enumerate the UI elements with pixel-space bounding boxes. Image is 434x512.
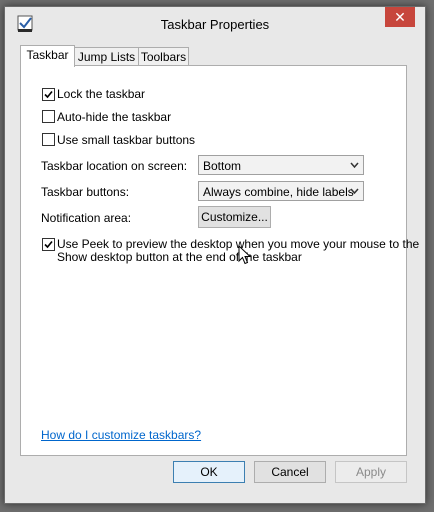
taskbar-properties-dialog: Taskbar Properties ✕ Taskbar Jump Lists … bbox=[4, 6, 426, 504]
title-bar: Taskbar Properties ✕ bbox=[5, 7, 425, 39]
chevron-down-icon bbox=[350, 188, 359, 195]
tab-panel-taskbar: Lock the taskbar Auto-hide the taskbar U… bbox=[20, 65, 419, 456]
taskbar-buttons-select[interactable]: Always combine, hide labels bbox=[198, 181, 364, 201]
ok-button[interactable]: OK bbox=[173, 461, 245, 483]
tab-jump-lists[interactable]: Jump Lists bbox=[74, 47, 139, 66]
taskbar-buttons-label: Taskbar buttons: bbox=[41, 185, 130, 199]
checkmark-icon bbox=[44, 90, 53, 99]
help-link[interactable]: How do I customize taskbars? bbox=[41, 428, 201, 442]
small-buttons-checkbox[interactable] bbox=[42, 133, 55, 146]
chevron-down-icon bbox=[350, 162, 359, 169]
lock-taskbar-label: Lock the taskbar bbox=[57, 87, 146, 101]
mouse-cursor-icon bbox=[238, 245, 252, 265]
window-title: Taskbar Properties bbox=[160, 17, 270, 32]
small-buttons-label: Use small taskbar buttons bbox=[57, 133, 196, 147]
close-button[interactable]: ✕ bbox=[385, 7, 415, 27]
apply-button[interactable]: Apply bbox=[335, 461, 407, 483]
cancel-button[interactable]: Cancel bbox=[254, 461, 326, 483]
auto-hide-label: Auto-hide the taskbar bbox=[57, 110, 172, 124]
checkmark-icon bbox=[44, 240, 53, 249]
customize-button[interactable]: Customize... bbox=[198, 206, 271, 228]
taskbar-buttons-select-value: Always combine, hide labels bbox=[203, 185, 354, 199]
lock-taskbar-checkbox[interactable] bbox=[42, 88, 55, 101]
location-select[interactable]: Bottom bbox=[198, 155, 364, 175]
location-label: Taskbar location on screen: bbox=[41, 159, 188, 173]
tab-toolbars[interactable]: Toolbars bbox=[138, 47, 189, 66]
peek-label-line2: Show desktop button at the end of the ta… bbox=[57, 250, 302, 264]
peek-checkbox[interactable] bbox=[42, 238, 55, 251]
notification-area-label: Notification area: bbox=[41, 211, 132, 225]
auto-hide-checkbox[interactable] bbox=[42, 110, 55, 123]
tab-taskbar[interactable]: Taskbar bbox=[20, 45, 75, 67]
location-select-value: Bottom bbox=[203, 159, 242, 173]
